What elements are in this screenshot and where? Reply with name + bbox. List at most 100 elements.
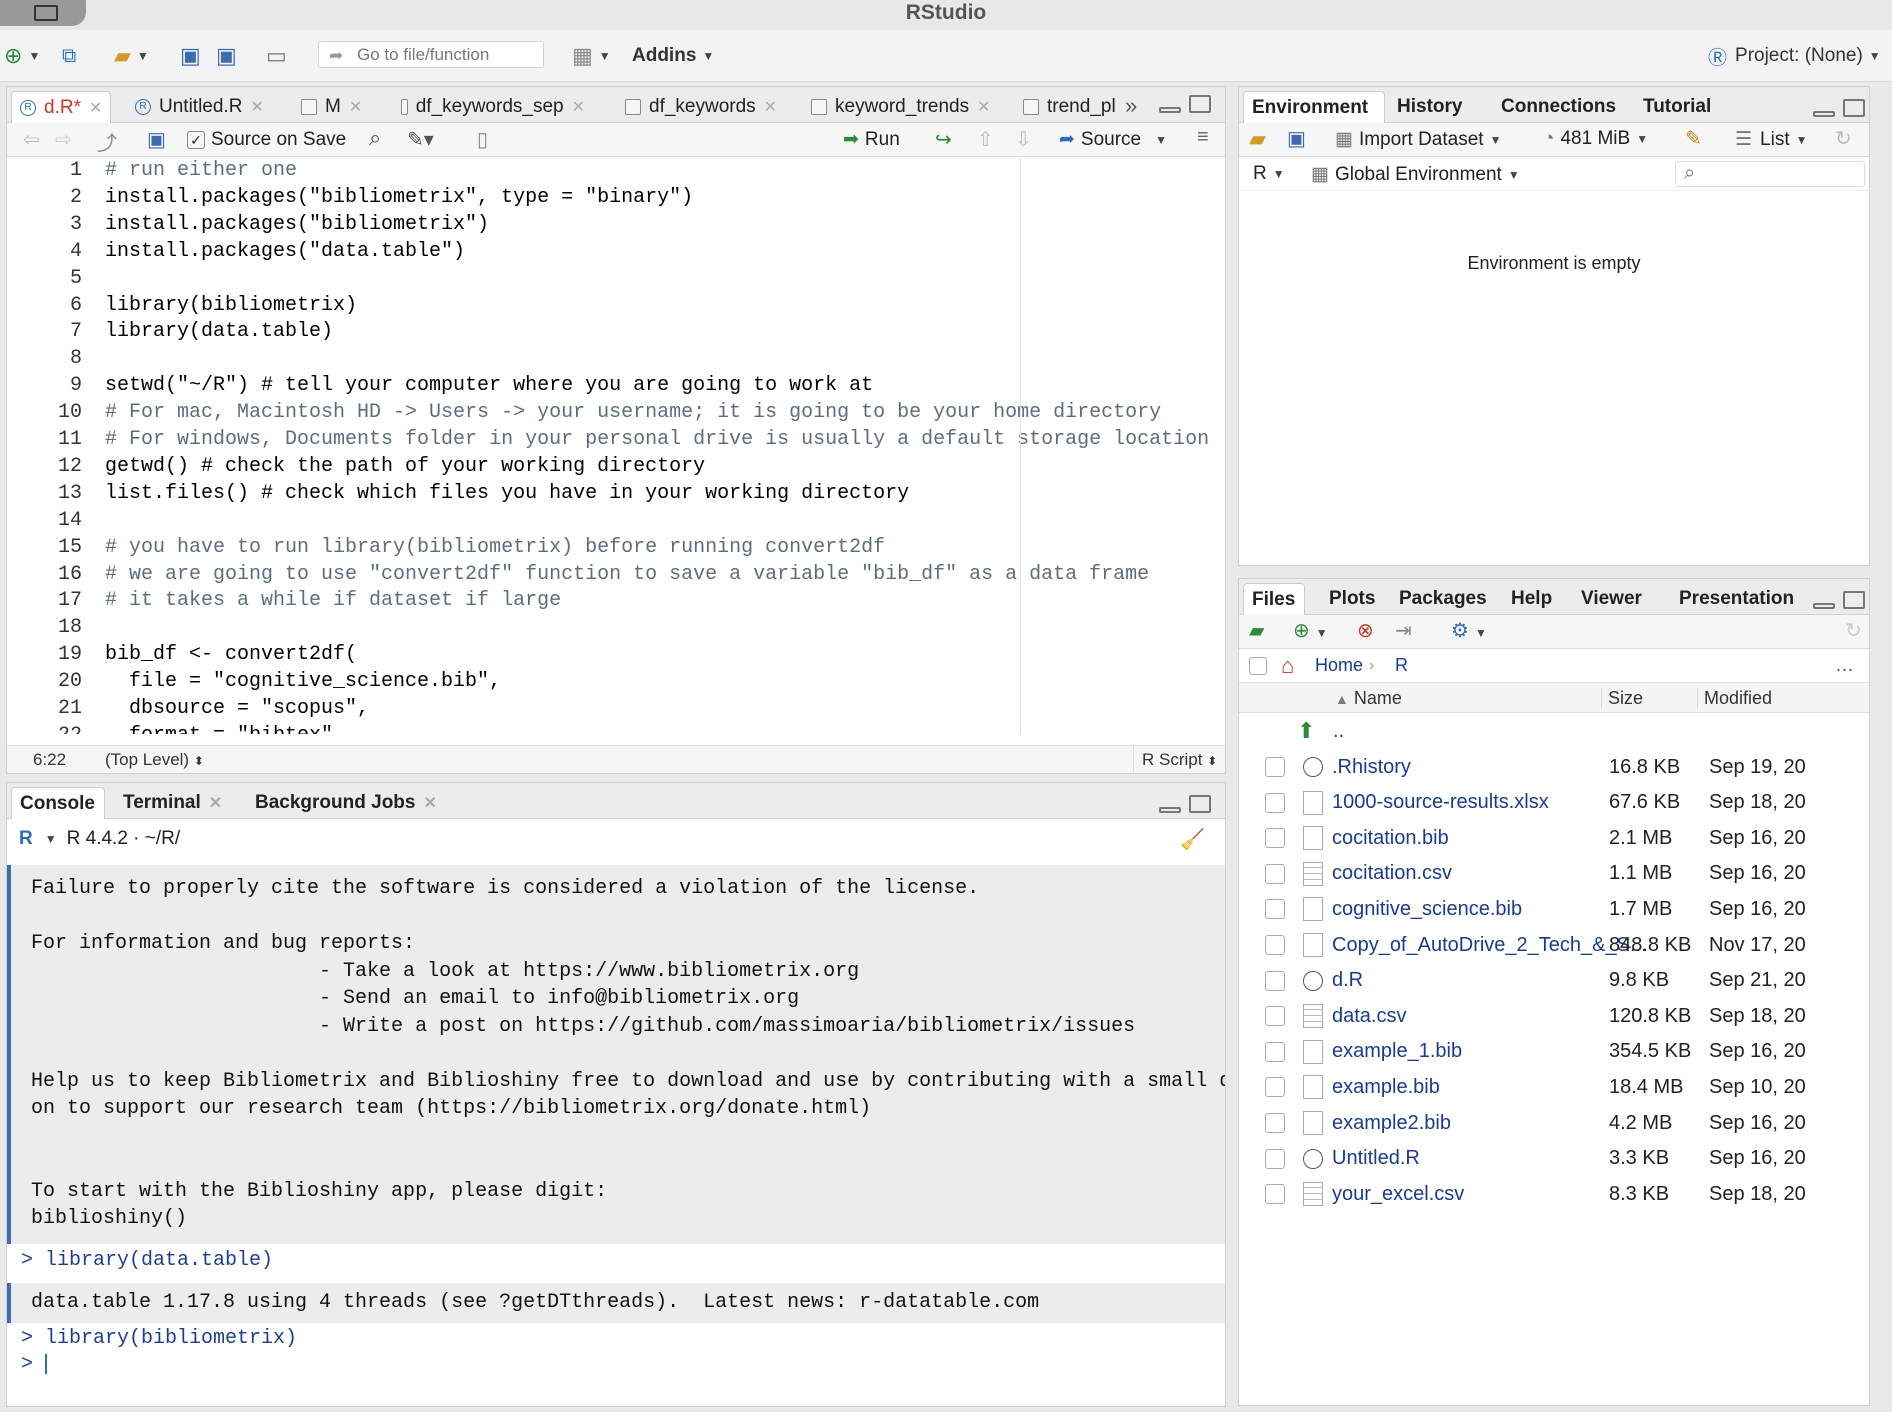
rerun-icon[interactable]: ↪ <box>935 127 952 152</box>
run-button[interactable]: ➡ Run <box>843 128 900 151</box>
file-checkbox[interactable] <box>1265 863 1285 884</box>
up-arrow-icon[interactable]: ⇧ <box>977 127 994 152</box>
file-name[interactable]: 1000-source-results.xlsx <box>1332 791 1647 814</box>
close-icon[interactable]: ✕ <box>764 97 777 117</box>
tab-help[interactable]: Help <box>1503 583 1559 615</box>
save-all-button[interactable]: ▣ <box>216 42 237 70</box>
save-button[interactable]: ▣ <box>180 42 201 70</box>
file-checkbox[interactable] <box>1265 828 1285 849</box>
name-column-header[interactable]: ▲ Name <box>1335 688 1402 709</box>
outline-icon[interactable]: ≡ <box>1197 126 1209 149</box>
filetype-selector[interactable]: R Script ⬍ <box>1133 746 1217 774</box>
save-icon[interactable]: ▣ <box>1287 126 1306 151</box>
file-checkbox[interactable] <box>1265 757 1285 777</box>
file-row[interactable]: example.bib 18.4 MB Sep 10, 20 <box>1239 1069 1869 1105</box>
close-icon[interactable]: ✕ <box>209 793 222 813</box>
open-file-button[interactable]: ▰ ▼ <box>114 42 149 70</box>
clear-console-icon[interactable]: 🧹 <box>1180 827 1205 852</box>
broom-icon[interactable]: ✎ <box>1685 126 1702 151</box>
tab-untitled-r[interactable]: R Untitled.R ✕ <box>127 91 277 123</box>
maximize-icon[interactable] <box>1189 95 1211 113</box>
file-name[interactable]: Untitled.R <box>1332 1147 1647 1170</box>
rename-icon[interactable]: ⇥ <box>1395 618 1412 643</box>
parent-directory-row[interactable]: ⬆ .. <box>1239 713 1869 749</box>
file-name[interactable]: your_excel.csv <box>1332 1183 1647 1206</box>
tab-files[interactable]: Files <box>1243 583 1305 615</box>
file-name[interactable]: Copy_of_AutoDrive_2_Tech_&_S... <box>1332 934 1647 957</box>
close-icon[interactable]: ✕ <box>89 98 102 118</box>
file-row[interactable]: cocitation.bib 2.1 MB Sep 16, 20 <box>1239 820 1869 856</box>
code-editor[interactable]: 1 # run either one 2 install.packages("bibl… <box>7 157 1225 734</box>
new-folder-icon[interactable]: ▰ <box>1249 618 1264 643</box>
select-all-checkbox[interactable] <box>1249 656 1267 675</box>
file-row[interactable]: cognitive_science.bib 1.7 MB Sep 16, 20 <box>1239 891 1869 927</box>
tab-plots[interactable]: Plots <box>1321 583 1381 615</box>
file-name[interactable]: example_1.bib <box>1332 1040 1647 1063</box>
memory-usage-menu[interactable]: ◔ 481 MiB ▼ <box>1543 128 1648 150</box>
new-project-button[interactable]: ⧉ <box>62 42 76 70</box>
tab-environment[interactable]: Environment <box>1243 91 1385 123</box>
tab-m[interactable]: M ✕ <box>293 91 373 123</box>
import-dataset-menu[interactable]: ▦ Import Dataset ▼ <box>1335 128 1501 151</box>
more-icon[interactable]: … <box>1835 655 1854 677</box>
tab-viewer[interactable]: Viewer <box>1573 583 1649 615</box>
minimize-icon[interactable] <box>1159 807 1181 813</box>
file-row[interactable]: cocitation.csv 1.1 MB Sep 16, 20 <box>1239 856 1869 892</box>
tab-background-jobs[interactable]: Background Jobs ✕ <box>247 787 447 819</box>
modified-column-header[interactable]: Modified <box>1697 688 1772 709</box>
source-button[interactable]: ➦ Source ▼ <box>1059 128 1167 151</box>
file-row[interactable]: Copy_of_AutoDrive_2_Tech_&_S... 848.8 KB N… <box>1239 927 1869 963</box>
close-icon[interactable]: ✕ <box>250 97 263 117</box>
print-button[interactable]: ▭ <box>266 42 287 70</box>
delete-icon[interactable]: ⊗ <box>1357 618 1374 643</box>
show-in-window-icon[interactable]: ⤴ <box>97 127 117 156</box>
file-name[interactable]: .Rhistory <box>1332 756 1647 779</box>
file-checkbox[interactable] <box>1265 1113 1285 1133</box>
more-tabs-icon[interactable]: » <box>1125 93 1137 119</box>
file-checkbox[interactable] <box>1265 1148 1285 1169</box>
minimize-icon[interactable] <box>1813 603 1835 609</box>
tab-df-keywords-sep[interactable]: df_keywords_sep ✕ <box>393 91 585 123</box>
minimize-icon[interactable] <box>1813 111 1835 117</box>
file-name[interactable]: cognitive_science.bib <box>1332 898 1647 921</box>
file-name[interactable]: cocitation.csv <box>1332 862 1647 885</box>
tab-history[interactable]: History <box>1389 91 1489 123</box>
gear-icon[interactable]: ⚙ ▼ <box>1451 618 1487 643</box>
file-row[interactable]: your_excel.csv 8.3 KB Sep 18, 20 <box>1239 1176 1869 1212</box>
file-row[interactable]: example2.bib 4.2 MB Sep 16, 20 <box>1239 1105 1869 1141</box>
file-row[interactable]: d.R 9.8 KB Sep 21, 20 <box>1239 963 1869 999</box>
scope-menu[interactable]: ▦ Global Environment ▼ <box>1311 163 1520 186</box>
tab-console[interactable]: Console <box>11 787 105 819</box>
refresh-icon[interactable]: ↻ <box>1845 618 1862 643</box>
close-icon[interactable]: ✕ <box>423 793 436 813</box>
project-menu[interactable]: Ⓡ Project: (None) ▼ <box>1708 42 1881 70</box>
maximize-icon[interactable] <box>1189 795 1211 813</box>
maximize-icon[interactable] <box>1843 591 1865 609</box>
environment-search-input[interactable]: ⌕ <box>1675 161 1865 187</box>
file-name[interactable]: example2.bib <box>1332 1112 1647 1135</box>
file-checkbox[interactable] <box>1265 970 1285 991</box>
tab-packages[interactable]: Packages <box>1391 583 1489 615</box>
file-row[interactable]: data.csv 120.8 KB Sep 18, 20 <box>1239 998 1869 1034</box>
breadcrumb-home[interactable]: Home <box>1315 655 1363 676</box>
file-checkbox[interactable] <box>1265 792 1285 813</box>
workspace-panes-button[interactable]: ▦ ▼ <box>572 42 611 70</box>
file-checkbox[interactable] <box>1265 1006 1285 1027</box>
size-column-header[interactable]: Size <box>1601 688 1643 709</box>
tab-terminal[interactable]: Terminal ✕ <box>115 787 235 819</box>
file-name[interactable]: example.bib <box>1332 1076 1647 1099</box>
view-mode-menu[interactable]: ☰ List ▼ <box>1735 128 1808 151</box>
tab-tutorial[interactable]: Tutorial <box>1635 91 1745 123</box>
save-icon[interactable]: ▣ <box>147 127 166 152</box>
file-row[interactable]: .Rhistory 16.8 KB Sep 19, 20 <box>1239 749 1869 785</box>
console-prompt[interactable]: > <box>21 1353 48 1376</box>
source-on-save-checkbox[interactable]: ✓ Source on Save <box>187 129 346 151</box>
tab-d-r[interactable]: Rd.R* ✕ <box>11 91 111 123</box>
addins-menu[interactable]: Addins ▼ <box>632 42 714 70</box>
tab-trend-plot[interactable]: trend_pl <box>1015 91 1125 123</box>
close-icon[interactable]: ✕ <box>349 97 362 117</box>
file-row[interactable]: example_1.bib 354.5 KB Sep 16, 20 <box>1239 1034 1869 1070</box>
back-arrow-icon[interactable]: ⇦ <box>23 127 40 152</box>
tab-presentation[interactable]: Presentation <box>1671 583 1795 615</box>
breadcrumb-dir[interactable]: R <box>1395 655 1408 676</box>
